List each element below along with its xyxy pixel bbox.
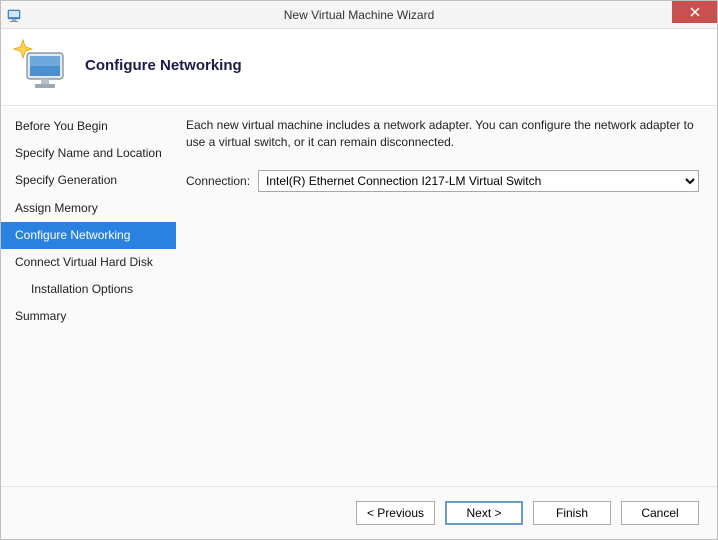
sidebar-item-label: Specify Generation	[15, 173, 117, 187]
window-title: New Virtual Machine Wizard	[23, 8, 717, 22]
sidebar-item-configure-networking[interactable]: Configure Networking	[1, 222, 176, 249]
sidebar-item-label: Before You Begin	[15, 119, 108, 133]
titlebar: New Virtual Machine Wizard	[1, 1, 717, 29]
sidebar-item-label: Summary	[15, 309, 66, 323]
sidebar-item-summary[interactable]: Summary	[1, 303, 176, 330]
wizard-header: Configure Networking	[1, 29, 717, 106]
connection-label: Connection:	[186, 174, 250, 188]
sidebar-item-assign-memory[interactable]: Assign Memory	[1, 195, 176, 222]
sidebar-item-connect-virtual-hard-disk[interactable]: Connect Virtual Hard Disk	[1, 249, 176, 276]
description-text: Each new virtual machine includes a netw…	[186, 117, 699, 152]
cancel-button[interactable]: Cancel	[621, 501, 699, 525]
sidebar-item-label: Configure Networking	[15, 228, 130, 242]
next-button[interactable]: Next >	[445, 501, 523, 525]
sidebar-item-label: Connect Virtual Hard Disk	[15, 255, 153, 269]
wizard-icon	[13, 39, 69, 91]
page-title: Configure Networking	[85, 57, 242, 74]
wizard-body: Before You Begin Specify Name and Locatio…	[1, 106, 717, 486]
previous-button[interactable]: < Previous	[356, 501, 435, 525]
finish-button[interactable]: Finish	[533, 501, 611, 525]
sidebar: Before You Begin Specify Name and Locatio…	[1, 107, 176, 486]
sidebar-item-installation-options[interactable]: Installation Options	[1, 276, 176, 303]
sidebar-item-before-you-begin[interactable]: Before You Begin	[1, 113, 176, 140]
sidebar-item-label: Installation Options	[31, 282, 133, 296]
sidebar-item-specify-generation[interactable]: Specify Generation	[1, 167, 176, 194]
connection-row: Connection: Intel(R) Ethernet Connection…	[186, 170, 699, 192]
content-panel: Each new virtual machine includes a netw…	[176, 107, 717, 486]
app-icon	[7, 7, 23, 23]
close-button[interactable]	[672, 1, 717, 23]
sidebar-item-label: Specify Name and Location	[15, 146, 162, 160]
sidebar-item-specify-name-and-location[interactable]: Specify Name and Location	[1, 140, 176, 167]
connection-select[interactable]: Intel(R) Ethernet Connection I217-LM Vir…	[258, 170, 699, 192]
footer: < Previous Next > Finish Cancel	[1, 486, 717, 539]
sidebar-item-label: Assign Memory	[15, 201, 98, 215]
